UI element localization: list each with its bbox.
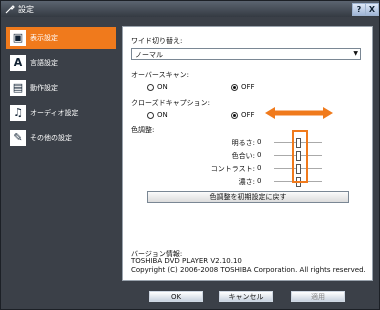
- overscan-label: オーバースキャン:: [131, 71, 189, 79]
- hue-value: 0: [257, 151, 262, 159]
- letter-a-icon: A: [10, 55, 26, 71]
- help-button[interactable]: ?: [352, 3, 366, 16]
- window-title: 設定: [18, 5, 34, 14]
- overscan-on-label: ON: [157, 83, 168, 91]
- brightness-value: 0: [257, 138, 262, 146]
- color-adjust-label: 色調整:: [131, 126, 155, 134]
- contrast-value: 0: [257, 164, 262, 172]
- closed-caption-label: クローズドキャプション:: [131, 99, 211, 107]
- overscan-off-label: OFF: [241, 83, 255, 91]
- saturation-label: 濃さ:: [238, 178, 255, 186]
- wide-mode-value: ノーマル: [135, 51, 163, 59]
- cc-on-radio[interactable]: [147, 112, 154, 119]
- saturation-value: 0: [257, 177, 262, 185]
- display-settings-panel: ワイド切り替え: ノーマル ▼ オーバースキャン: ON OFF クローズドキャ…: [122, 26, 373, 281]
- wrench-icon: [5, 5, 15, 14]
- copyright-text: Copyright (C) 2006-2008 TOSHIBA Corporat…: [131, 266, 366, 274]
- cc-off-radio[interactable]: [231, 112, 238, 119]
- sidebar-item-label: 表示設定: [30, 34, 58, 42]
- cc-on-label: ON: [157, 111, 168, 119]
- double-arrow-icon: [265, 107, 333, 119]
- settings-window: 設定 ? X ▣ 表示設定 A 言語設定 ▤ 動作設定 ♫ オーディオ設定 ✎ …: [0, 0, 380, 310]
- overscan-off-radio[interactable]: [231, 84, 238, 91]
- sidebar-item-audio[interactable]: ♫ オーディオ設定: [6, 102, 116, 124]
- close-button[interactable]: X: [365, 3, 379, 16]
- reset-color-button[interactable]: 色調整を初期設定に戻す: [147, 191, 349, 203]
- sidebar-item-label: その他の設定: [30, 134, 72, 142]
- apply-button[interactable]: 適用: [291, 291, 345, 302]
- wrench-icon: ✎: [10, 130, 26, 146]
- display-icon: ▣: [10, 30, 26, 46]
- sidebar-item-language[interactable]: A 言語設定: [6, 52, 116, 74]
- chevron-down-icon: ▼: [353, 50, 358, 57]
- sidebar-item-label: 動作設定: [30, 84, 58, 92]
- sidebar-item-behavior[interactable]: ▤ 動作設定: [6, 77, 116, 99]
- overscan-on-radio[interactable]: [147, 84, 154, 91]
- contrast-label: コントラスト:: [210, 165, 255, 173]
- sidebar-item-display[interactable]: ▣ 表示設定: [6, 27, 116, 49]
- brightness-label: 明るさ:: [231, 139, 255, 147]
- title-bar: 設定 ? X: [1, 1, 379, 17]
- wide-mode-select[interactable]: ノーマル ▼: [131, 48, 361, 60]
- version-text: TOSHIBA DVD PLAYER V2.10.10: [131, 257, 242, 265]
- hue-label: 色合い:: [231, 152, 255, 160]
- music-note-icon: ♫: [10, 105, 26, 121]
- cancel-button[interactable]: キャンセル: [219, 291, 273, 302]
- sidebar-item-label: オーディオ設定: [30, 109, 79, 117]
- highlight-box: [292, 130, 308, 183]
- cc-off-label: OFF: [241, 111, 255, 119]
- ok-button[interactable]: OK: [149, 291, 203, 302]
- sidebar-item-other[interactable]: ✎ その他の設定: [6, 127, 116, 149]
- wide-label: ワイド切り替え:: [131, 37, 183, 45]
- chapter-icon: ▤: [10, 80, 26, 96]
- sidebar-item-label: 言語設定: [30, 59, 58, 67]
